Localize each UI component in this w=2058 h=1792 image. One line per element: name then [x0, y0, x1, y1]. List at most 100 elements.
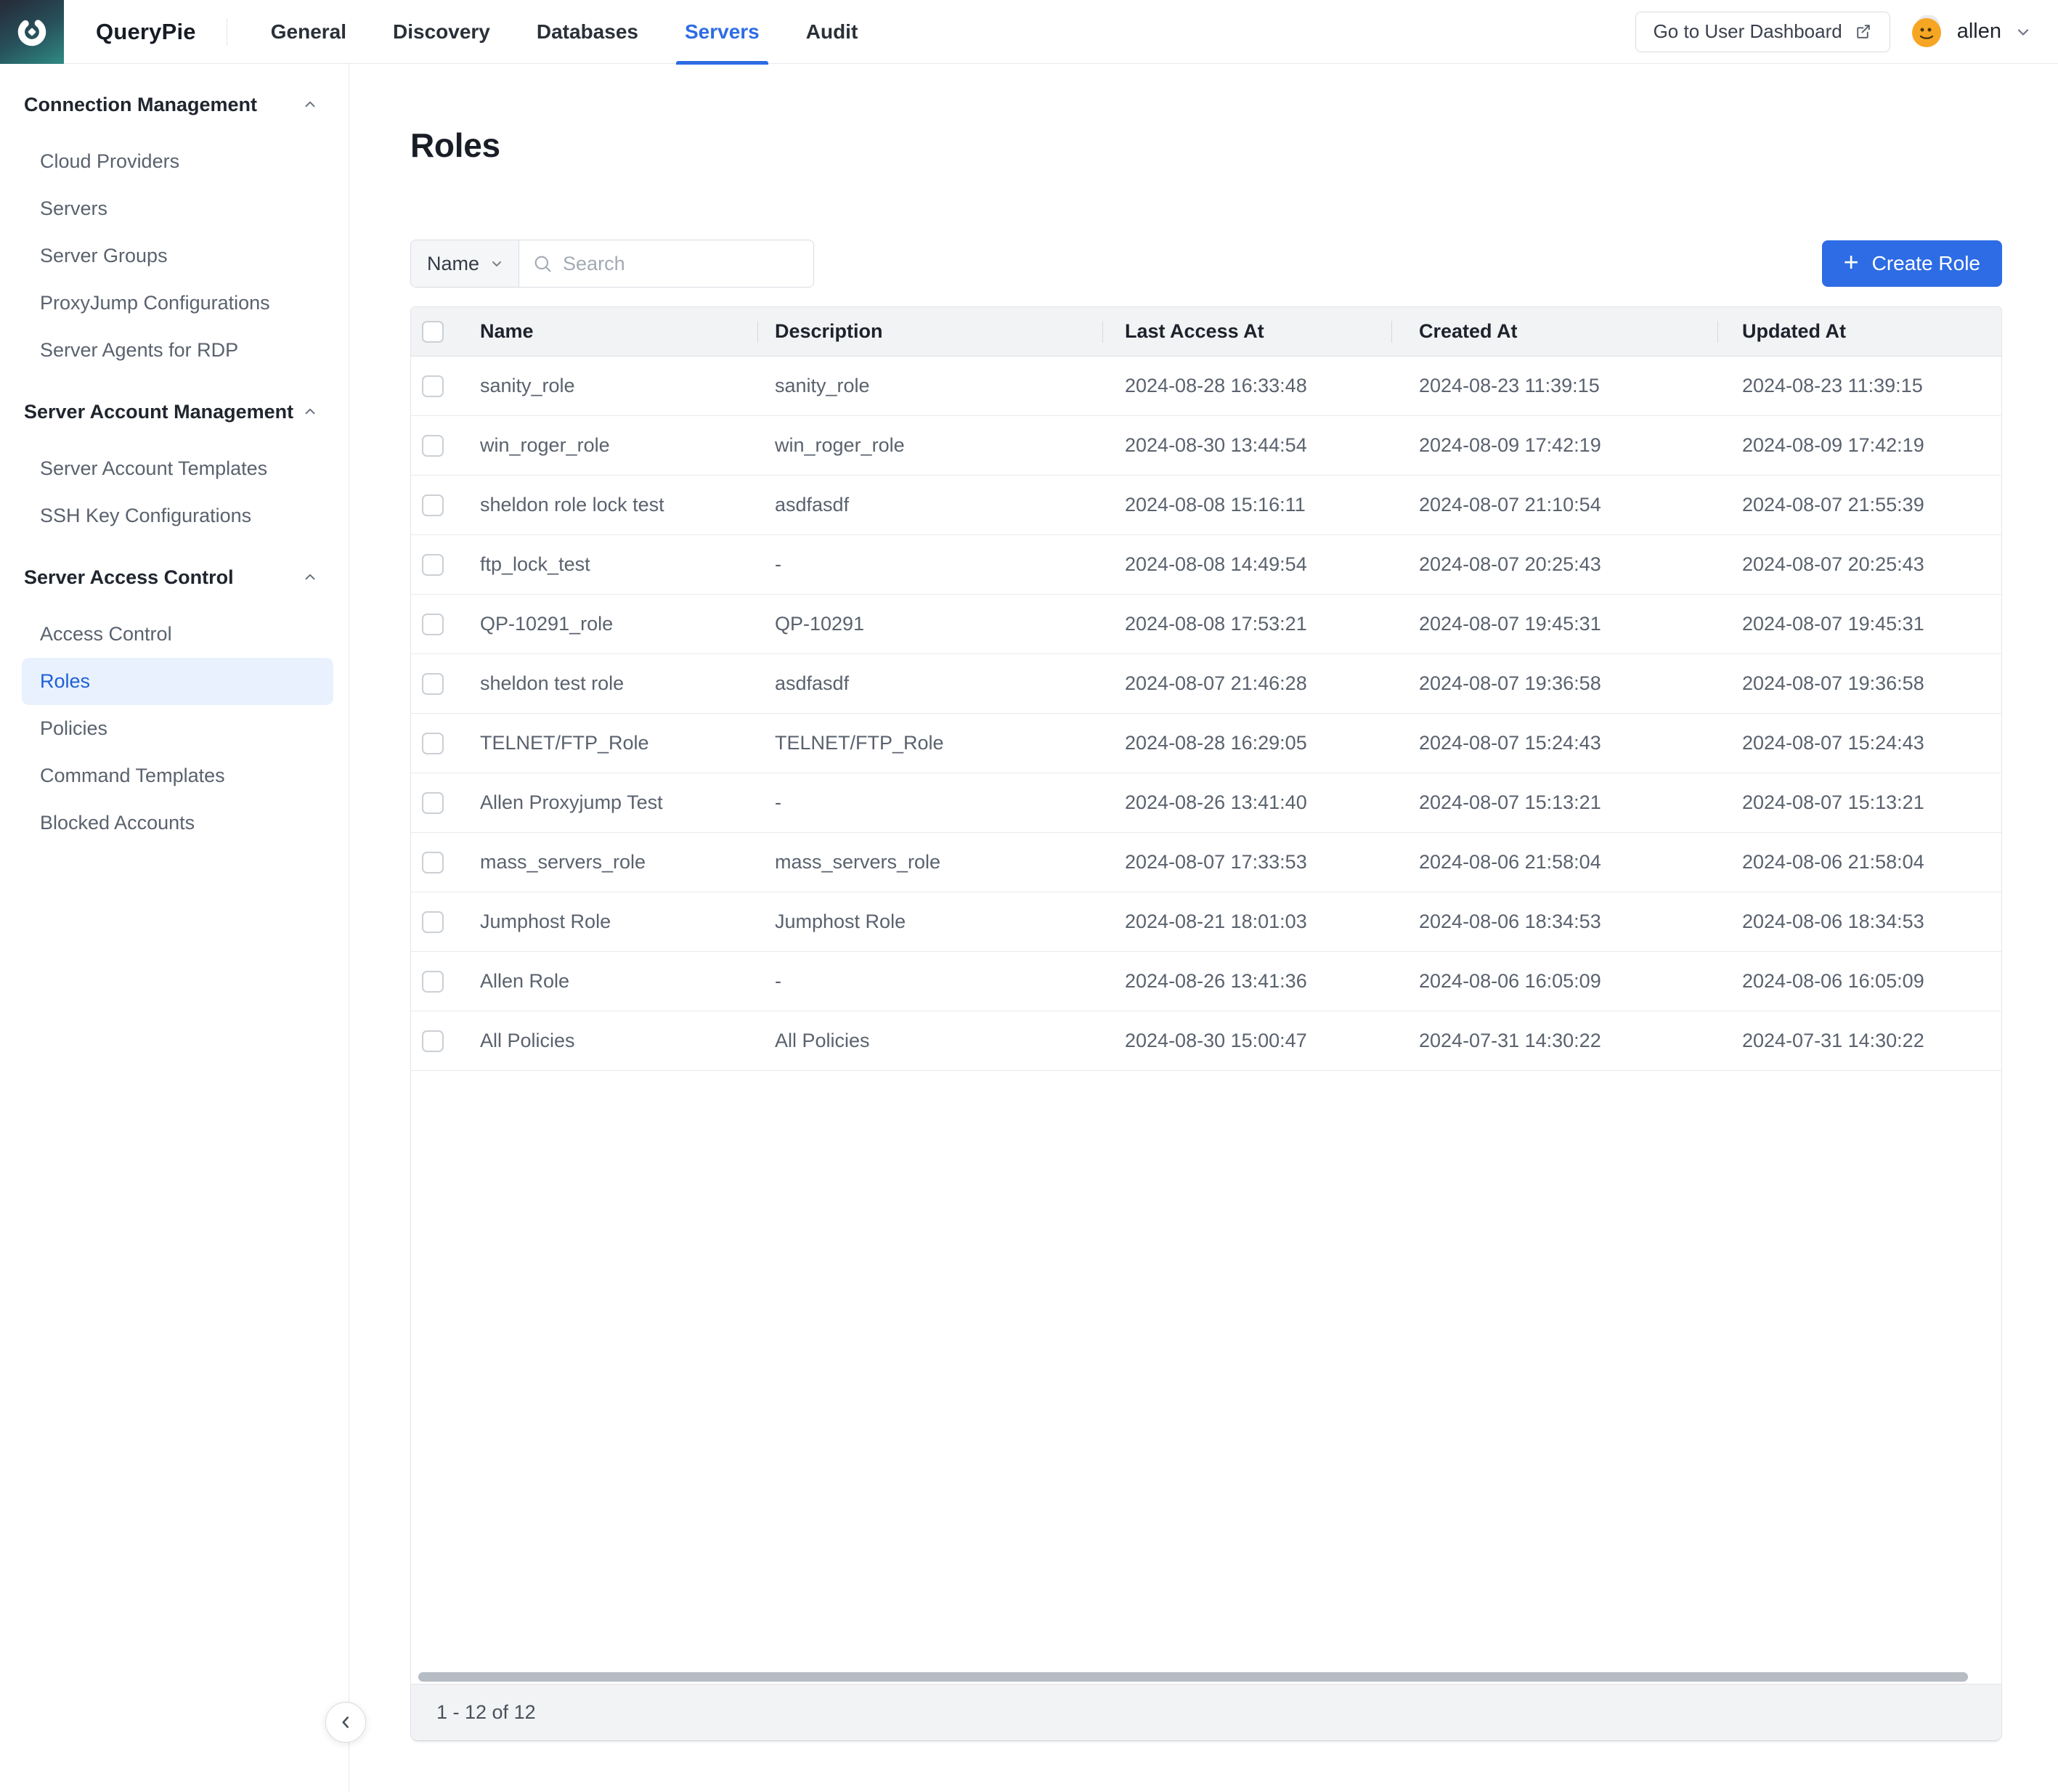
cell-last-access-at: 2024-08-30 15:00:47: [1102, 1011, 1391, 1070]
sidebar-item-cloud-providers[interactable]: Cloud Providers: [22, 138, 333, 185]
user-menu[interactable]: allen: [1911, 15, 2032, 49]
sidebar-item-policies[interactable]: Policies: [22, 705, 333, 752]
table-row[interactable]: All PoliciesAll Policies2024-08-30 15:00…: [411, 1011, 2001, 1071]
cell-created-at: 2024-08-23 11:39:15: [1391, 357, 1717, 415]
row-checkbox[interactable]: [422, 852, 444, 873]
collapse-sidebar-button[interactable]: [325, 1702, 366, 1743]
search-box: [519, 240, 814, 287]
sidebar-item-blocked-accounts[interactable]: Blocked Accounts: [22, 799, 333, 847]
sidebar-sections: Connection ManagementCloud ProvidersServ…: [0, 89, 349, 847]
querypie-logo[interactable]: [0, 0, 64, 64]
sidebar-item-server-agents-for-rdp[interactable]: Server Agents for RDP: [22, 327, 333, 374]
cell-last-access-at: 2024-08-28 16:29:05: [1102, 714, 1391, 773]
cell-created-at: 2024-08-07 15:13:21: [1391, 773, 1717, 832]
sidebar-item-roles[interactable]: Roles: [22, 658, 333, 705]
main-content: Roles Name + Create Role: [349, 64, 2058, 1792]
table-row[interactable]: Jumphost RoleJumphost Role2024-08-21 18:…: [411, 892, 2001, 952]
cell-updated-at: 2024-08-07 15:24:43: [1717, 714, 2001, 773]
nav-tab-servers[interactable]: Servers: [685, 0, 760, 64]
filter-field-select[interactable]: Name: [411, 240, 519, 287]
cell-last-access-at: 2024-08-08 17:53:21: [1102, 595, 1391, 653]
sidebar-item-ssh-key-configurations[interactable]: SSH Key Configurations: [22, 492, 333, 539]
row-checkbox-cell: [411, 654, 473, 713]
cell-description: win_roger_role: [757, 416, 1102, 475]
cell-updated-at: 2024-08-09 17:42:19: [1717, 416, 2001, 475]
sidebar-item-command-templates[interactable]: Command Templates: [22, 752, 333, 799]
topbar-right: Go to User Dashboard allen: [1635, 12, 2032, 52]
cell-name: Allen Proxyjump Test: [473, 773, 757, 832]
select-all-checkbox[interactable]: [422, 321, 444, 343]
row-checkbox-cell: [411, 714, 473, 773]
table-row[interactable]: sheldon role lock testasdfasdf2024-08-08…: [411, 476, 2001, 535]
table-row[interactable]: Allen Proxyjump Test-2024-08-26 13:41:40…: [411, 773, 2001, 833]
cell-updated-at: 2024-08-23 11:39:15: [1717, 357, 2001, 415]
chevron-up-icon: [302, 404, 318, 420]
brand-text: QueryPie: [96, 19, 196, 45]
row-checkbox[interactable]: [422, 792, 444, 814]
cell-last-access-at: 2024-08-26 13:41:36: [1102, 952, 1391, 1011]
cell-name: sanity_role: [473, 357, 757, 415]
sidebar-item-access-control[interactable]: Access Control: [22, 611, 333, 658]
table-row[interactable]: sheldon test roleasdfasdf2024-08-07 21:4…: [411, 654, 2001, 714]
column-header-name: Name: [473, 307, 757, 356]
row-checkbox[interactable]: [422, 1030, 444, 1052]
sidebar-item-server-account-templates[interactable]: Server Account Templates: [22, 445, 333, 492]
horizontal-scrollbar-thumb[interactable]: [418, 1672, 1968, 1682]
cell-last-access-at: 2024-08-28 16:33:48: [1102, 357, 1391, 415]
nav-tab-audit[interactable]: Audit: [806, 0, 858, 64]
nav-tab-databases[interactable]: Databases: [537, 0, 638, 64]
cell-description: mass_servers_role: [757, 833, 1102, 892]
search-input[interactable]: [563, 253, 814, 275]
table-body: sanity_rolesanity_role2024-08-28 16:33:4…: [411, 357, 2001, 1071]
sidebar-item-proxyjump-configurations[interactable]: ProxyJump Configurations: [22, 280, 333, 327]
cell-created-at: 2024-08-07 20:25:43: [1391, 535, 1717, 594]
column-header-description: Description: [757, 307, 1102, 356]
table-row[interactable]: Allen Role-2024-08-26 13:41:362024-08-06…: [411, 952, 2001, 1011]
row-checkbox[interactable]: [422, 375, 444, 397]
row-checkbox-cell: [411, 595, 473, 653]
page-title: Roles: [410, 123, 2002, 167]
cell-created-at: 2024-07-31 14:30:22: [1391, 1011, 1717, 1070]
create-role-button[interactable]: + Create Role: [1822, 240, 2002, 287]
section-title: Connection Management: [24, 94, 257, 116]
table-row[interactable]: ftp_lock_test-2024-08-08 14:49:542024-08…: [411, 535, 2001, 595]
cell-created-at: 2024-08-07 15:24:43: [1391, 714, 1717, 773]
row-checkbox[interactable]: [422, 911, 444, 933]
main-nav: General Discovery Databases Servers Audit: [271, 0, 858, 64]
table-row[interactable]: mass_servers_rolemass_servers_role2024-0…: [411, 833, 2001, 892]
sidebar-section-header-connection-management[interactable]: Connection Management: [0, 89, 349, 121]
go-to-user-dashboard-button[interactable]: Go to User Dashboard: [1635, 12, 1890, 52]
cell-last-access-at: 2024-08-07 17:33:53: [1102, 833, 1391, 892]
cell-created-at: 2024-08-06 21:58:04: [1391, 833, 1717, 892]
nav-tab-discovery[interactable]: Discovery: [393, 0, 490, 64]
search-filter: Name: [410, 240, 814, 288]
row-checkbox[interactable]: [422, 554, 444, 576]
table-row[interactable]: sanity_rolesanity_role2024-08-28 16:33:4…: [411, 357, 2001, 416]
cell-updated-at: 2024-08-06 18:34:53: [1717, 892, 2001, 951]
cell-updated-at: 2024-08-07 21:55:39: [1717, 476, 2001, 534]
cell-last-access-at: 2024-08-26 13:41:40: [1102, 773, 1391, 832]
row-checkbox[interactable]: [422, 614, 444, 635]
cell-name: TELNET/FTP_Role: [473, 714, 757, 773]
chevron-left-icon: [336, 1713, 355, 1732]
toolbar: Name + Create Role: [410, 240, 2002, 288]
table-row[interactable]: TELNET/FTP_RoleTELNET/FTP_Role2024-08-28…: [411, 714, 2001, 773]
row-checkbox[interactable]: [422, 971, 444, 993]
search-icon: [532, 253, 553, 274]
table-row[interactable]: QP-10291_roleQP-102912024-08-08 17:53:21…: [411, 595, 2001, 654]
sidebar-item-servers[interactable]: Servers: [22, 185, 333, 232]
sidebar-item-server-groups[interactable]: Server Groups: [22, 232, 333, 280]
row-checkbox[interactable]: [422, 435, 444, 457]
topbar: QueryPie General Discovery Databases Server…: [0, 0, 2058, 64]
column-header-last-access-at: Last Access At: [1102, 307, 1391, 356]
row-checkbox[interactable]: [422, 494, 444, 516]
table-row[interactable]: win_roger_rolewin_roger_role2024-08-30 1…: [411, 416, 2001, 476]
row-checkbox[interactable]: [422, 673, 444, 695]
nav-tab-general[interactable]: General: [271, 0, 346, 64]
horizontal-scrollbar: [411, 1669, 2001, 1684]
sidebar-section-header-server-access-control[interactable]: Server Access Control: [0, 561, 349, 593]
cell-name: sheldon role lock test: [473, 476, 757, 534]
sidebar-section: Connection ManagementCloud ProvidersServ…: [0, 89, 349, 374]
row-checkbox[interactable]: [422, 733, 444, 754]
sidebar-section-header-server-account-management[interactable]: Server Account Management: [0, 396, 349, 428]
